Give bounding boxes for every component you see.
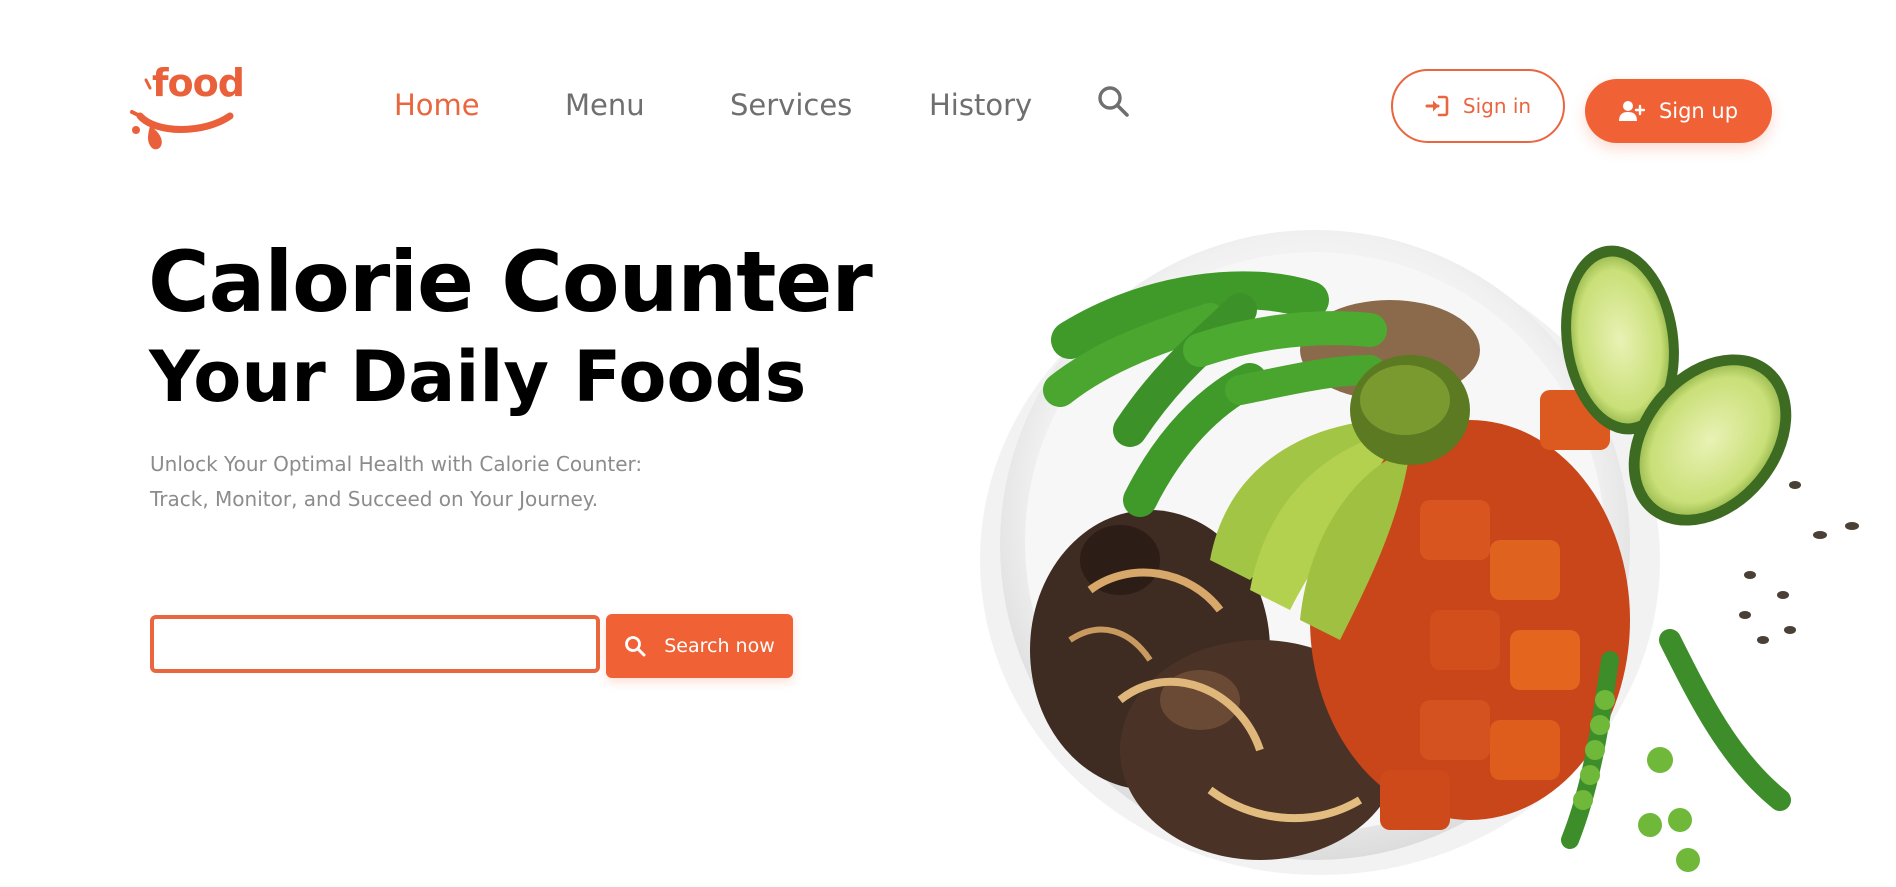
brand-logo[interactable]: food bbox=[126, 61, 246, 150]
sign-in-button[interactable]: Sign in bbox=[1391, 69, 1565, 143]
search-now-label: Search now bbox=[664, 635, 775, 657]
sign-in-icon bbox=[1425, 95, 1449, 117]
nav-item-history[interactable]: History bbox=[929, 88, 1032, 122]
logo-text: food bbox=[152, 61, 245, 105]
search-now-button[interactable]: Search now bbox=[606, 614, 793, 678]
hero-description: Unlock Your Optimal Health with Calorie … bbox=[150, 447, 642, 517]
search-icon bbox=[625, 636, 646, 657]
sign-up-button[interactable]: Sign up bbox=[1585, 79, 1772, 143]
hero-description-line-1: Unlock Your Optimal Health with Calorie … bbox=[150, 452, 643, 476]
user-plus-icon bbox=[1618, 101, 1645, 121]
search-icon[interactable] bbox=[1096, 84, 1130, 118]
pesto-highlight bbox=[1360, 365, 1450, 435]
food-search-input[interactable] bbox=[150, 615, 600, 673]
sign-in-label: Sign in bbox=[1462, 94, 1532, 118]
nav-item-menu[interactable]: Menu bbox=[565, 88, 645, 122]
hero-description-line-2: Track, Monitor, and Succeed on Your Jour… bbox=[150, 487, 599, 511]
hero-subtitle: Your Daily Foods bbox=[149, 336, 807, 418]
pea-pods bbox=[1561, 629, 1791, 872]
nav-item-services[interactable]: Services bbox=[730, 88, 852, 122]
food-bowl-illustration bbox=[980, 230, 1859, 875]
nav-item-home[interactable]: Home bbox=[394, 88, 480, 122]
sign-up-label: Sign up bbox=[1658, 99, 1739, 123]
seeds bbox=[1739, 481, 1859, 644]
hero-title: Calorie Counter bbox=[148, 233, 873, 331]
